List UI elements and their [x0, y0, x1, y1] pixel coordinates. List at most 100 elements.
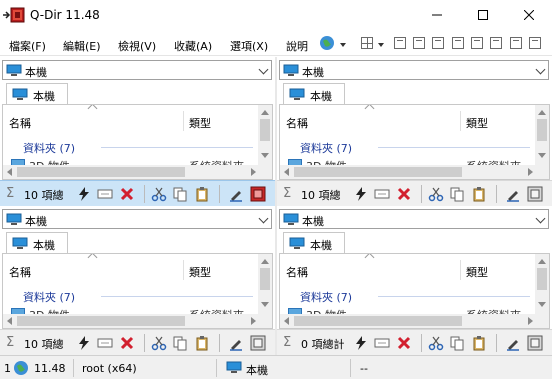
menu-help[interactable]: 說明 — [286, 38, 308, 54]
scroll-right-icon[interactable] — [528, 168, 533, 176]
column-header-name[interactable]: 名稱 — [9, 115, 31, 131]
scroll-thumb[interactable] — [260, 268, 270, 290]
column-header-name[interactable]: 名稱 — [286, 264, 308, 280]
file-list[interactable]: 名稱 類型 資料夾 (7) 3D 物件 系統資料夾 — [2, 253, 273, 329]
group-header[interactable]: 資料夾 (7) — [23, 289, 75, 305]
column-header-type[interactable]: 類型 — [189, 115, 211, 131]
layout-8-icon[interactable] — [529, 37, 541, 49]
scroll-up-icon[interactable] — [261, 110, 269, 115]
layout-2-icon[interactable] — [413, 37, 425, 49]
file-list[interactable]: 名稱 類型 資料夾 (7) 3D 物件 系統資料夾 — [279, 104, 550, 180]
horizontal-scrollbar[interactable] — [280, 165, 537, 179]
properties-icon[interactable] — [527, 186, 543, 202]
column-header-name[interactable]: 名稱 — [286, 115, 308, 131]
menu-view[interactable]: 檢視(V) — [118, 38, 156, 54]
horizontal-scrollbar[interactable] — [280, 314, 537, 328]
scroll-up-icon[interactable] — [261, 259, 269, 264]
close-button[interactable] — [506, 0, 552, 30]
properties-icon[interactable] — [250, 186, 266, 202]
minimize-button[interactable] — [414, 0, 460, 30]
group-header[interactable]: 資料夾 (7) — [23, 140, 75, 156]
paste-icon[interactable] — [194, 335, 210, 351]
maximize-button[interactable] — [460, 0, 506, 30]
paste-icon[interactable] — [471, 335, 487, 351]
scroll-down-icon[interactable] — [261, 153, 269, 158]
horizontal-scrollbar[interactable] — [3, 165, 260, 179]
delete-icon[interactable] — [119, 335, 135, 351]
address-dropdown-icon[interactable] — [258, 213, 269, 224]
layout-5-icon[interactable] — [471, 37, 483, 49]
layout-1-icon[interactable] — [394, 37, 406, 49]
file-list[interactable]: 名稱 類型 資料夾 (7) 3D 物件 系統資料夾 — [279, 253, 550, 329]
scroll-thumb[interactable] — [17, 316, 185, 326]
scroll-down-icon[interactable] — [538, 302, 546, 307]
address-bar[interactable]: 本機 — [279, 60, 549, 80]
scroll-thumb[interactable] — [537, 268, 547, 290]
address-dropdown-icon[interactable] — [258, 64, 269, 75]
scroll-right-icon[interactable] — [528, 317, 533, 325]
scroll-left-icon[interactable] — [7, 168, 12, 176]
globe-dropdown-icon[interactable] — [340, 43, 346, 47]
edit-pen-icon[interactable] — [505, 335, 521, 351]
edit-pen-icon[interactable] — [505, 186, 521, 202]
column-separator[interactable] — [460, 111, 461, 131]
quick-access-icon[interactable] — [76, 335, 92, 351]
column-header-name[interactable]: 名稱 — [9, 264, 31, 280]
scroll-thumb[interactable] — [537, 119, 547, 141]
edit-pen-icon[interactable] — [228, 186, 244, 202]
vertical-scrollbar[interactable] — [258, 254, 272, 314]
scroll-left-icon[interactable] — [7, 317, 12, 325]
column-header-type[interactable]: 類型 — [466, 115, 488, 131]
address-dropdown-icon[interactable] — [535, 64, 546, 75]
scroll-up-icon[interactable] — [538, 110, 546, 115]
cut-icon[interactable] — [428, 186, 444, 202]
quick-access-icon[interactable] — [353, 335, 369, 351]
quick-access-icon[interactable] — [353, 186, 369, 202]
rename-icon[interactable] — [374, 186, 390, 202]
paste-icon[interactable] — [194, 186, 210, 202]
layout-3-icon[interactable] — [432, 37, 444, 49]
column-separator[interactable] — [460, 260, 461, 280]
delete-icon[interactable] — [396, 186, 412, 202]
address-bar[interactable]: 本機 — [2, 60, 272, 80]
horizontal-scrollbar[interactable] — [3, 314, 260, 328]
tab-this-pc[interactable]: 本機 — [6, 83, 68, 105]
quick-access-icon[interactable] — [76, 186, 92, 202]
vertical-scrollbar[interactable] — [258, 105, 272, 165]
menu-file[interactable]: 檔案(F) — [9, 38, 46, 54]
tab-this-pc[interactable]: 本機 — [283, 83, 345, 105]
layout-4-icon[interactable] — [452, 37, 464, 49]
vertical-scrollbar[interactable] — [535, 254, 549, 314]
pane-splitter[interactable] — [275, 57, 277, 355]
properties-icon[interactable] — [250, 335, 266, 351]
file-list[interactable]: 名稱 類型 資料夾 (7) 3D 物件 系統資料夾 — [2, 104, 273, 180]
address-bar[interactable]: 本機 — [2, 209, 272, 229]
scroll-up-icon[interactable] — [538, 259, 546, 264]
group-header[interactable]: 資料夾 (7) — [300, 289, 352, 305]
scroll-left-icon[interactable] — [284, 317, 289, 325]
column-header-type[interactable]: 類型 — [189, 264, 211, 280]
scroll-thumb[interactable] — [294, 316, 462, 326]
globe-icon[interactable] — [319, 35, 335, 51]
rename-icon[interactable] — [97, 186, 113, 202]
menu-options[interactable]: 選項(X) — [230, 38, 268, 54]
paste-icon[interactable] — [471, 186, 487, 202]
menu-edit[interactable]: 編輯(E) — [63, 38, 101, 54]
layout-7-icon[interactable] — [510, 37, 522, 49]
group-header[interactable]: 資料夾 (7) — [300, 140, 352, 156]
scroll-thumb[interactable] — [294, 167, 462, 177]
address-dropdown-icon[interactable] — [535, 213, 546, 224]
layout-grid-icon[interactable] — [361, 37, 373, 49]
delete-icon[interactable] — [119, 186, 135, 202]
copy-icon[interactable] — [449, 335, 465, 351]
cut-icon[interactable] — [151, 335, 167, 351]
properties-icon[interactable] — [527, 335, 543, 351]
column-header-type[interactable]: 類型 — [466, 264, 488, 280]
layout-6-icon[interactable] — [490, 37, 502, 49]
scroll-left-icon[interactable] — [284, 168, 289, 176]
scroll-right-icon[interactable] — [251, 317, 256, 325]
menu-favorites[interactable]: 收藏(A) — [174, 38, 212, 54]
column-separator[interactable] — [183, 260, 184, 280]
column-separator[interactable] — [183, 111, 184, 131]
tab-this-pc[interactable]: 本機 — [283, 232, 345, 254]
